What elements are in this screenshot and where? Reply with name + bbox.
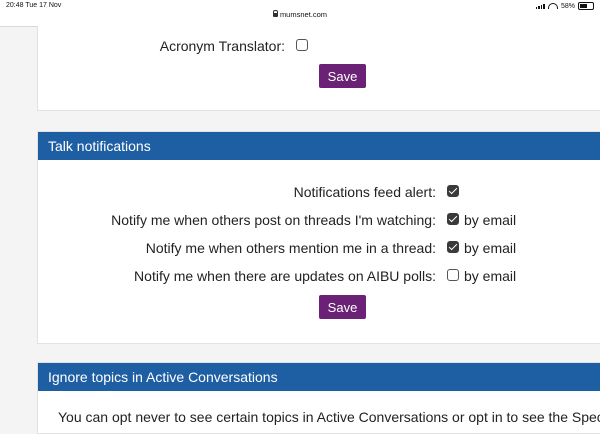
notify-mention-by-email: by email (464, 240, 517, 256)
save-button[interactable]: Save (319, 64, 366, 88)
battery-icon (578, 2, 594, 10)
status-indicators: 58% (535, 2, 594, 10)
wifi-icon (547, 3, 558, 9)
talk-save-button[interactable]: Save (319, 295, 366, 319)
ignore-topics-header: Ignore topics in Active Conversations (38, 363, 600, 391)
ignore-topics-panel: Ignore topics in Active Conversations Yo… (37, 362, 600, 434)
address-bar[interactable]: mumsnet.com (0, 10, 600, 19)
notify-watching-by-email: by email (464, 212, 517, 228)
talk-notifications-header: Talk notifications (38, 132, 600, 160)
notify-mention-checkbox[interactable] (447, 241, 459, 253)
notify-watching-label: Notify me when others post on threads I'… (111, 212, 436, 228)
url-text: mumsnet.com (279, 10, 328, 19)
settings-panel-top: Acronym Translator: Save (37, 26, 600, 111)
notify-watching-checkbox[interactable] (447, 213, 459, 225)
status-bar: 20:48 Tue 17 Nov mumsnet.com 58% (0, 0, 600, 27)
ignore-topics-description: You can opt never to see certain topics … (58, 409, 600, 425)
notifications-feed-checkbox[interactable] (447, 185, 459, 197)
battery-percent: 58% (560, 2, 575, 10)
lock-icon (272, 10, 279, 17)
notify-mention-label: Notify me when others mention me in a th… (145, 240, 436, 256)
status-time: 20:48 Tue 17 Nov (6, 2, 62, 9)
notify-aibu-by-email: by email (464, 268, 517, 284)
notify-aibu-label: Notify me when there are updates on AIBU… (134, 268, 436, 284)
talk-notifications-panel: Talk notifications Notifications feed al… (37, 131, 600, 344)
signal-icon (535, 3, 545, 9)
notifications-feed-label: Notifications feed alert: (293, 184, 436, 200)
acronym-translator-label: Acronym Translator: (159, 38, 285, 54)
notify-aibu-checkbox[interactable] (447, 269, 459, 281)
acronym-translator-checkbox[interactable] (296, 39, 308, 51)
